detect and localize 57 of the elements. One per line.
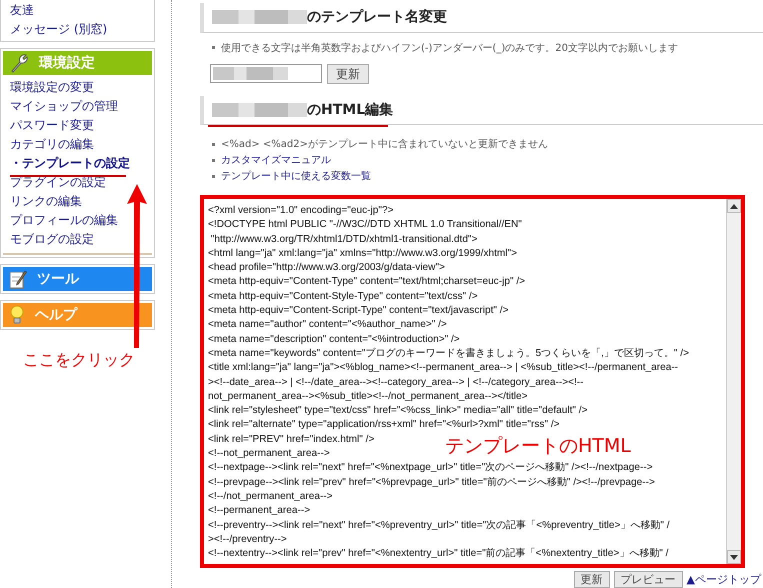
scrollbar[interactable]: [726, 199, 741, 564]
name-input-field[interactable]: [210, 64, 322, 83]
code-line: <!--nextentry--><link rel="prev" href="<%nextentry_url>" title="前の記事「<%nextentry_title>」へ移動" /: [208, 547, 668, 562]
sidebar-link[interactable]: カテゴリの編集: [10, 136, 94, 152]
note-text: 使用できる文字は半角英数字およびハイフン(-)アンダーバー(_)のみです。20文字以内でお願いします: [221, 42, 678, 54]
notepad-pencil-icon: [9, 269, 27, 289]
code-line: <head profile="http://www.w3.org/2003/g/data-view">: [208, 261, 445, 276]
annotation-label: ここをクリック: [23, 350, 135, 371]
code-line: not_permanent_area--><%sub_title><!--/not_permanent_area--></title>: [208, 390, 528, 404]
sidebar-link[interactable]: プロフィールの編集: [10, 212, 118, 228]
code-line: <!--preventry--><link rel="next" href="<%preventry_url>" title="次の記事「<%preventry_title>」へ移動" /: [208, 518, 670, 533]
preview-button[interactable]: プレビュー: [614, 571, 683, 588]
help-link[interactable]: テンプレート中に使える変数一覧: [221, 169, 371, 183]
code-line: ><!--/preventry-->: [208, 532, 287, 547]
wrench-icon: [9, 53, 29, 73]
help-link[interactable]: カスタマイズマニュアル: [221, 153, 331, 167]
code-line: <!--not_permanent_area-->: [208, 447, 330, 462]
code-line: <link rel="alternate" type="application/rss+xml" href="<%url>?xml" title="rss" />: [208, 418, 560, 432]
code-line: <meta http-equiv="Content-Style-Type" content="text/css" />: [208, 290, 478, 304]
sidebar-link[interactable]: ・テンプレートの設定: [10, 155, 130, 171]
sidebar-link[interactable]: マイショップの管理: [10, 98, 118, 114]
scroll-up-icon[interactable]: [730, 204, 738, 208]
sidebar-link[interactable]: 環境設定の変更: [10, 79, 94, 95]
section-title: ツール: [37, 270, 79, 288]
section-title: ヘルプ: [35, 306, 77, 324]
code-line: <meta name="keywords" content="ブログのキーワードを書きましょう。5つくらいを「,」で区切って。" />: [208, 346, 689, 361]
code-line: <link rel="PREV" href="index.html" />: [208, 432, 374, 447]
code-line: <meta name="description" content="<%introduction>" />: [208, 332, 460, 347]
code-line: <!--permanent_area-->: [208, 504, 310, 518]
section-title: のHTML編集: [307, 100, 394, 119]
code-line: <html lang="ja" xml:lang="ja" xmlns="http://www.w3.org/1999/xhtml">: [208, 246, 518, 261]
update-button[interactable]: 更新: [574, 571, 610, 588]
annotation-label: テンプレートのHTML: [445, 435, 631, 458]
code-line: <meta http-equiv="Content-Type" content="text/html;charset=euc-jp" />: [208, 275, 526, 290]
section-title: 環境設定: [39, 54, 95, 72]
code-line: <meta http-equiv="Content-Script-Type" content="text/javascript" />: [208, 304, 508, 318]
code-line: <!DOCTYPE html PUBLIC "-//W3C//DTD XHTML 1.0 Transitional//EN": [208, 218, 522, 232]
code-line: <title xml:lang="ja" lang="ja"><%blog_name><!--permanent_area--> | <%sub_title><!--/permanent_area--: [208, 361, 678, 376]
code-line: <meta name="author" content="<%author_name>" />: [208, 318, 447, 332]
sidebar-link[interactable]: パスワード変更: [10, 117, 94, 133]
code-line: "http://www.w3.org/TR/xhtml1/DTD/xhtml1-transitional.dtd">: [210, 232, 478, 247]
code-line: <link rel="stylesheet" type="text/css" href="<%css_link>" media="all" title="default" />: [208, 404, 588, 418]
section-title: のテンプレート名変更: [307, 8, 447, 26]
note-text: <%ad> <%ad2>がテンプレート中に含まれていないと更新できません: [221, 138, 548, 151]
page-top-link[interactable]: ▲ページトップ: [686, 572, 761, 587]
update-button[interactable]: 更新: [327, 64, 369, 84]
scroll-down-icon[interactable]: [730, 554, 738, 560]
sidebar-link[interactable]: モブログの設定: [10, 231, 94, 247]
code-line: <!--nextpage--><link rel="next" href="<%nextpage_url>" title="次のページへ移動" /><!--/nextpage-->: [208, 461, 653, 476]
sidebar-link[interactable]: メッセージ (別窓): [10, 21, 108, 37]
sidebar-link[interactable]: 友達: [10, 2, 34, 18]
sidebar-link[interactable]: リンクの編集: [10, 193, 82, 209]
code-line: <!--/not_permanent_area-->: [208, 490, 333, 504]
light-bulb-icon: [9, 305, 25, 325]
code-line: ><!--date_area--> | <!--/date_area--><!--category_area--> | <!--/category_area--><!--: [208, 376, 584, 390]
code-line: <!--prevpage--><link rel="prev" href="<%prevpage_url>" title="前のページへ移動" /><!--/prevpage-->: [208, 476, 655, 490]
code-line: <?xml version="1.0" encoding="euc-jp"?>: [208, 204, 394, 218]
